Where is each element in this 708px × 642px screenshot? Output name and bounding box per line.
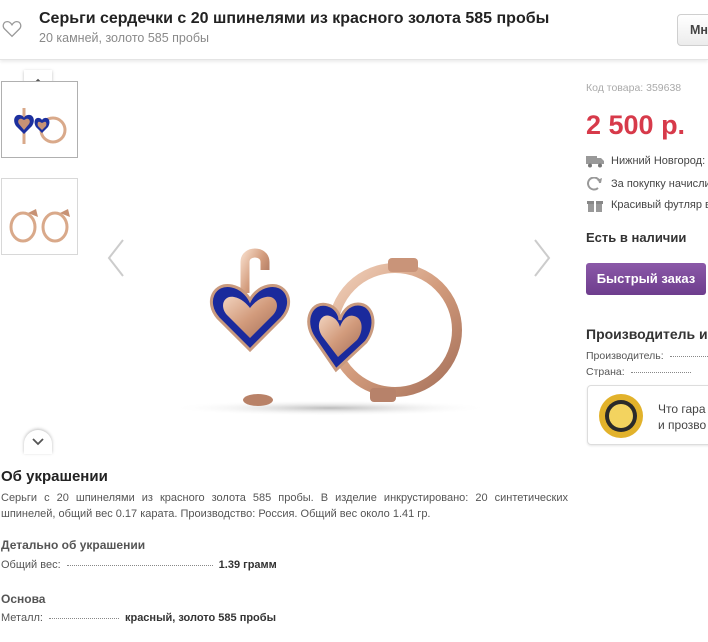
guarantee-line-1: Что гара xyxy=(658,402,706,416)
guarantee-text: Что гара и прозво xyxy=(658,401,706,433)
bonus-text: За покупку начисли xyxy=(611,178,708,190)
guarantee-seal-icon xyxy=(599,394,643,438)
delivery-text: Нижний Новгород: xyxy=(611,155,706,167)
basis-title: Основа xyxy=(1,592,46,606)
gift-case-text: Красивый футляр в xyxy=(611,199,708,211)
dotted-leader xyxy=(669,355,708,357)
page-title: Серьги сердечки с 20 шпинелями из красно… xyxy=(39,10,550,27)
guarantee-line-2: и прозво xyxy=(658,418,707,432)
about-title: Об украшении xyxy=(1,468,108,485)
earrings-thumbnail-image xyxy=(14,108,67,144)
country-label: Страна: xyxy=(586,366,625,378)
weight-value: 1.39 грамм xyxy=(218,559,277,571)
country-row: Страна: xyxy=(586,366,691,378)
page-subtitle: 20 камней, золото 585 пробы xyxy=(39,31,209,45)
quick-order-button[interactable]: Быстрый заказ xyxy=(586,263,706,295)
metal-value: красный, золото 585 пробы xyxy=(124,612,276,624)
product-header: Серьги сердечки с 20 шпинелями из красно… xyxy=(0,0,708,60)
gift-case-info[interactable]: Красивый футляр в xyxy=(586,198,708,212)
product-main-image xyxy=(170,248,490,416)
metal-row: Металл: красный, золото 585 пробы xyxy=(1,612,276,624)
manufacturer-row: Производитель: xyxy=(586,350,708,362)
dotted-leader xyxy=(66,564,213,566)
chevron-down-icon xyxy=(32,438,44,446)
thumbnail-2[interactable] xyxy=(1,178,78,255)
more-button[interactable]: Мно xyxy=(677,14,708,46)
metal-label: Металл: xyxy=(1,612,43,624)
weight-row: Общий вес: 1.39 грамм xyxy=(1,559,277,571)
details-title: Детально об украшении xyxy=(1,538,146,552)
manufacturer-title: Производитель и xyxy=(586,326,708,342)
thumbnails-down-button[interactable] xyxy=(24,430,52,454)
dotted-leader xyxy=(630,371,691,373)
earrings-side-thumbnail-image xyxy=(9,209,70,243)
stock-status: Есть в наличии xyxy=(586,230,687,245)
guarantee-box[interactable]: Что гара и прозво xyxy=(587,385,708,445)
dotted-leader xyxy=(48,617,119,619)
product-code: Код товара: 359638 xyxy=(586,82,682,94)
refresh-icon xyxy=(587,177,602,191)
heart-icon[interactable] xyxy=(1,18,23,40)
price: 2 500 р. xyxy=(586,110,686,140)
manufacturer-label: Производитель: xyxy=(586,350,664,362)
gift-icon xyxy=(587,201,603,212)
thumbnail-1[interactable] xyxy=(1,81,78,158)
weight-label: Общий вес: xyxy=(1,559,61,571)
truck-icon xyxy=(586,156,604,168)
about-text: Серьги с 20 шпинелями из красного золота… xyxy=(1,492,568,520)
delivery-info[interactable]: Нижний Новгород: xyxy=(586,154,705,168)
bonus-info[interactable]: За покупку начисли xyxy=(586,177,708,191)
